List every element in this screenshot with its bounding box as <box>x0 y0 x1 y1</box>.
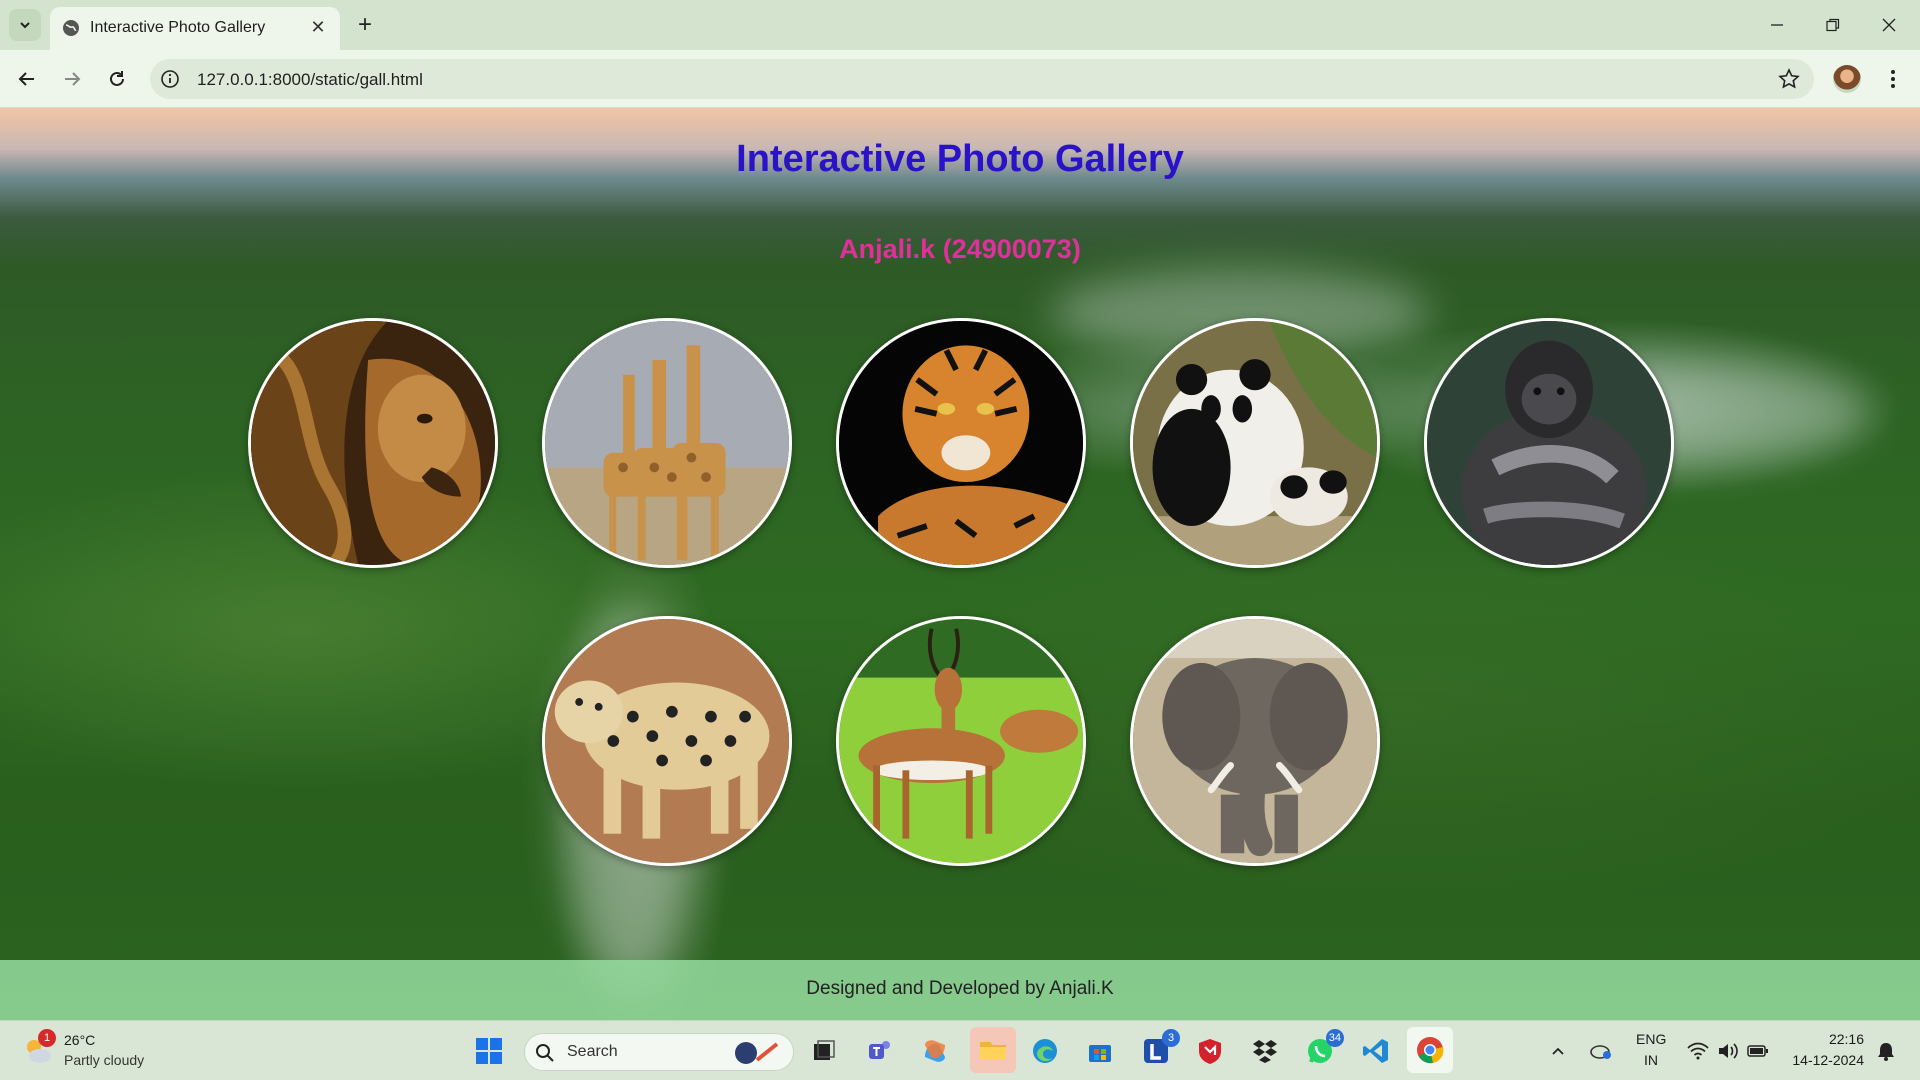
restore-icon <box>1826 18 1840 32</box>
footer-text: Designed and Developed by Anjali.K <box>806 978 1114 999</box>
tiger-image <box>839 321 1083 565</box>
impala-image <box>839 619 1083 863</box>
taskbar-file-explorer[interactable] <box>970 1027 1016 1073</box>
menu-button[interactable] <box>1880 65 1906 93</box>
reload-button[interactable] <box>101 63 133 95</box>
star-icon[interactable] <box>1778 68 1800 90</box>
task-view-icon <box>814 1040 835 1060</box>
address-bar[interactable]: 127.0.0.1:8000/static/gall.html <box>150 59 1814 99</box>
profile-avatar[interactable] <box>1833 65 1861 93</box>
tray-battery[interactable] <box>1744 1033 1772 1069</box>
clock-date[interactable]: 14-12-2024 <box>1780 1052 1864 1068</box>
minimize-button[interactable] <box>1764 12 1790 38</box>
leopard-image <box>545 619 789 863</box>
vscode-icon <box>1363 1039 1388 1063</box>
arrow-left-icon <box>18 72 34 86</box>
photo-pandas[interactable] <box>1130 318 1380 568</box>
wifi-icon <box>1687 1042 1709 1060</box>
show-hidden-icons[interactable] <box>1546 1033 1570 1069</box>
photo-gorilla[interactable] <box>1424 318 1674 568</box>
close-window-button[interactable] <box>1876 12 1902 38</box>
start-button[interactable] <box>471 1033 507 1069</box>
browser-tab[interactable]: Interactive Photo Gallery ✕ <box>50 7 340 50</box>
lion-image <box>251 321 495 565</box>
taskbar-teams[interactable] <box>862 1033 898 1069</box>
photo-leopard[interactable] <box>542 616 792 866</box>
tray-wifi[interactable] <box>1684 1033 1712 1069</box>
arrow-right-icon <box>65 72 81 86</box>
language-top[interactable]: ENG <box>1636 1031 1666 1047</box>
minimize-icon <box>1771 24 1783 26</box>
back-button[interactable] <box>11 63 43 95</box>
bell-icon <box>1878 1043 1894 1061</box>
taskbar-store[interactable] <box>1082 1033 1118 1069</box>
elephant-image <box>1133 619 1377 863</box>
store-icon <box>1089 1045 1111 1062</box>
new-tab-button[interactable]: + <box>352 11 378 38</box>
tray-onedrive[interactable] <box>1586 1033 1616 1069</box>
battery-icon <box>1747 1045 1768 1057</box>
chevron-up-icon <box>1552 1047 1564 1055</box>
teams-icon <box>869 1041 890 1059</box>
close-icon <box>1882 18 1896 32</box>
reload-icon <box>110 71 124 86</box>
photo-giraffes[interactable] <box>542 318 792 568</box>
chrome-icon <box>1417 1037 1444 1064</box>
chevron-down-icon <box>20 22 30 29</box>
tab-title: Interactive Photo Gallery <box>90 19 266 36</box>
taskbar-l-app[interactable]: 3 <box>1138 1029 1180 1069</box>
browser-tab-bar: Interactive Photo Gallery ✕ + <box>0 0 1920 50</box>
taskbar-task-view[interactable] <box>806 1033 842 1069</box>
edge-icon <box>1033 1039 1057 1063</box>
cloud-icon <box>1590 1045 1611 1059</box>
search-highlight-icon <box>735 1042 779 1064</box>
taskbar-edge[interactable] <box>1027 1033 1063 1069</box>
taskbar-dropbox[interactable] <box>1247 1033 1283 1069</box>
weather-badge: 1 <box>38 1029 56 1047</box>
photo-lion[interactable] <box>248 318 498 568</box>
forward-button[interactable] <box>56 63 88 95</box>
close-tab-icon[interactable]: ✕ <box>308 17 328 37</box>
gallery-page: Interactive Photo Gallery Anjali.k (2490… <box>0 108 1920 1020</box>
photo-impala[interactable] <box>836 616 1086 866</box>
gorilla-image <box>1427 321 1671 565</box>
search-placeholder: Search <box>567 1043 618 1060</box>
taskbar-copilot[interactable] <box>917 1033 953 1069</box>
giraffes-image <box>545 321 789 565</box>
page-footer: Designed and Developed by Anjali.K <box>0 960 1920 1020</box>
shield-icon <box>1199 1039 1221 1064</box>
copilot-icon <box>925 1040 945 1062</box>
url-text: 127.0.0.1:8000/static/gall.html <box>197 70 423 89</box>
search-icon <box>536 1044 554 1062</box>
taskbar: 1 26°C Partly cloudy Search 3 34 ENG IN … <box>0 1020 1920 1080</box>
tray-volume[interactable] <box>1714 1033 1742 1069</box>
page-subtitle: Anjali.k (24900073) <box>839 234 1081 264</box>
windows-icon <box>476 1038 502 1064</box>
pandas-image <box>1133 321 1377 565</box>
folder-icon <box>980 1042 1006 1060</box>
volume-icon <box>1719 1043 1738 1059</box>
more-vertical-icon <box>1891 70 1895 88</box>
weather-temp[interactable]: 26°C <box>64 1032 95 1048</box>
page-title: Interactive Photo Gallery <box>736 138 1184 180</box>
tab-search-button[interactable] <box>9 9 41 41</box>
globe-icon <box>63 20 79 36</box>
photo-tiger[interactable] <box>836 318 1086 568</box>
weather-desc[interactable]: Partly cloudy <box>64 1052 144 1068</box>
browser-toolbar: 127.0.0.1:8000/static/gall.html <box>0 50 1920 108</box>
notification-badge: 34 <box>1325 1029 1344 1047</box>
taskbar-search[interactable]: Search <box>524 1033 794 1071</box>
dropbox-icon <box>1253 1040 1277 1063</box>
clock-time[interactable]: 22:16 <box>1780 1031 1864 1047</box>
taskbar-whatsapp[interactable]: 34 <box>1302 1029 1344 1069</box>
info-icon[interactable] <box>160 69 180 89</box>
taskbar-chrome[interactable] <box>1407 1027 1453 1073</box>
restore-button[interactable] <box>1820 12 1846 38</box>
notifications-button[interactable] <box>1872 1033 1900 1069</box>
photo-elephant[interactable] <box>1130 616 1380 866</box>
taskbar-mcafee[interactable] <box>1192 1033 1228 1069</box>
taskbar-vscode[interactable] <box>1358 1033 1394 1069</box>
language-bottom[interactable]: IN <box>1636 1052 1666 1068</box>
notification-badge: 3 <box>1162 1029 1180 1047</box>
